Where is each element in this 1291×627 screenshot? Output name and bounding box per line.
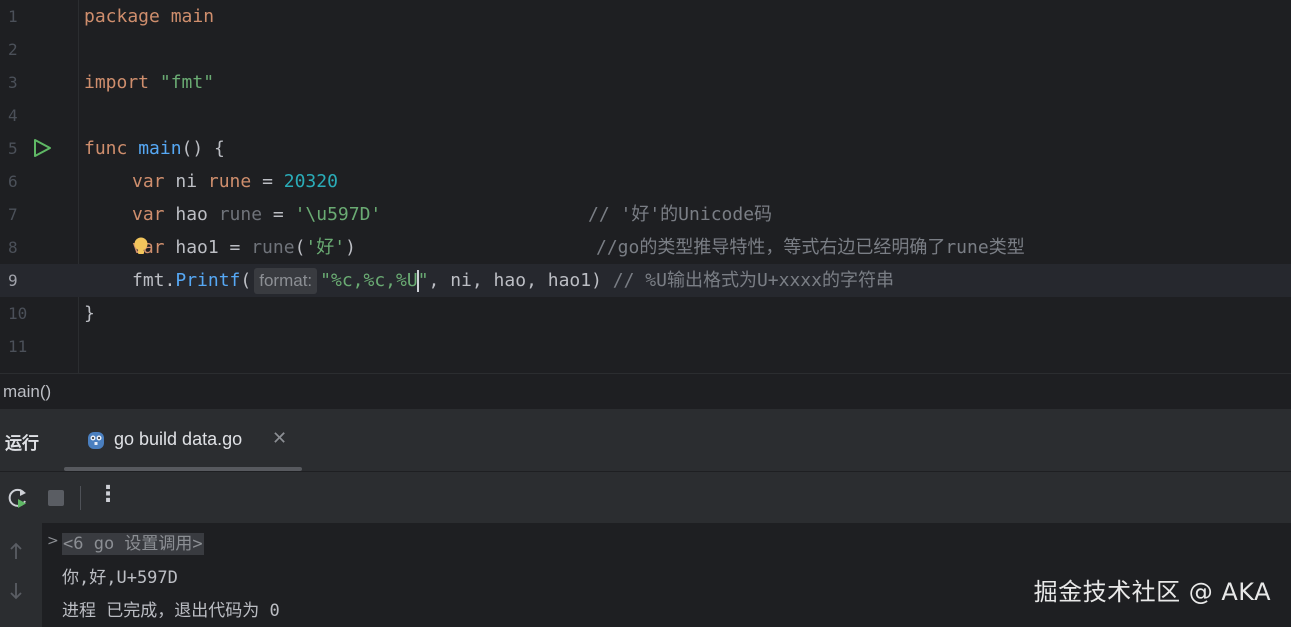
code-comment: //go的类型推导特性，等式右边已经明确了rune类型 (596, 237, 1025, 258)
line-number: 7 (8, 205, 18, 224)
identifier: hao1 = (164, 237, 252, 258)
paren: ( (294, 237, 306, 258)
number-literal: 20320 (283, 171, 338, 192)
code-rest: () { (181, 138, 225, 159)
line-number: 6 (8, 172, 18, 191)
type-name: rune (218, 204, 263, 225)
lightbulb-icon[interactable] (133, 237, 149, 257)
code-line-9[interactable]: 9 fmt.Printf(format: "%c,%c,%U", ni, hao,… (0, 264, 1291, 297)
type-keyword: rune (207, 171, 252, 192)
rerun-icon[interactable] (7, 487, 29, 509)
code-text[interactable]: var hao rune = '\u597D' (132, 198, 381, 231)
code-text[interactable]: func main() { (84, 132, 225, 165)
string-literal-end: " (417, 270, 429, 291)
console-exit-line: 进程 已完成，退出代码为 0 (62, 601, 280, 621)
watermark: 掘金技术社区 @ AKA (1033, 578, 1271, 606)
code-line-2[interactable]: 2 (0, 33, 1291, 66)
code-line-4[interactable]: 4 (0, 99, 1291, 132)
line-number: 8 (8, 238, 18, 257)
line-number: 3 (8, 73, 18, 92)
keyword: var (132, 204, 165, 225)
code-line-7[interactable]: 7 var hao rune = '\u597D' // '好'的Unicode… (0, 198, 1291, 231)
code-line-10[interactable]: 10 } (0, 297, 1291, 330)
console-side-toolbar (0, 523, 42, 627)
close-icon[interactable]: ✕ (272, 428, 287, 449)
arrow-up-icon[interactable] (8, 541, 24, 561)
stop-icon[interactable] (45, 487, 67, 509)
gopher-icon (88, 432, 104, 449)
tab-label: go build data.go (114, 429, 243, 449)
code-comment: // %U输出格式为U+xxxx的字符串 (612, 270, 894, 291)
package-ref: fmt. (132, 270, 176, 291)
run-icon[interactable] (32, 138, 52, 158)
paren: ( (240, 270, 252, 291)
code-line-6[interactable]: 6 var ni rune = 20320 (0, 165, 1291, 198)
function-name: Printf (175, 270, 241, 291)
keyword: import (84, 72, 160, 93)
code-text[interactable]: fmt.Printf(format: "%c,%c,%U", ni, hao, h… (132, 264, 894, 297)
code-text[interactable]: var hao1 = rune('好') (132, 231, 356, 264)
code-editor[interactable]: 1 package main 2 3 import "fmt" 4 5 func… (0, 0, 1291, 373)
arguments: , ni, hao, hao1) (428, 270, 613, 291)
keyword: func (84, 138, 139, 159)
code-line-3[interactable]: 3 import "fmt" (0, 66, 1291, 99)
breadcrumb[interactable]: main() (3, 382, 51, 402)
code-line-8[interactable]: 8 var hao1 = rune('好') //go的类型推导特性，等式右边已… (0, 231, 1291, 264)
console-output-line: 你,好,U+597D (62, 568, 178, 588)
operator: = (251, 171, 284, 192)
code-line-11[interactable]: 11 (0, 330, 1291, 363)
tab-go-build[interactable]: go build data.go ✕ (64, 409, 302, 471)
string-literal: '\u597D' (294, 204, 382, 225)
parameter-hint: format: (254, 268, 318, 294)
code-line-5[interactable]: 5 func main() { (0, 132, 1291, 165)
tool-window-title: 运行 (5, 434, 39, 454)
run-toolbar: ⋮ (0, 471, 1291, 524)
function-name: main (138, 138, 182, 159)
line-number: 2 (8, 40, 18, 59)
line-number: 9 (8, 271, 18, 290)
code-line-1[interactable]: 1 package main (0, 0, 1291, 33)
code-text[interactable]: var ni rune = 20320 (132, 165, 338, 198)
toolbar-separator (80, 486, 81, 510)
breadcrumb-bar: main() (0, 373, 1291, 410)
paren: ) (345, 237, 356, 258)
arrow-down-icon[interactable] (8, 581, 24, 601)
command-chip[interactable]: <6 go 设置调用> (62, 533, 204, 555)
code-comment: // '好'的Unicode码 (588, 204, 773, 225)
string-literal: "fmt" (159, 72, 215, 93)
code-text[interactable]: package main (84, 0, 214, 33)
operator: = (262, 204, 295, 225)
run-tool-window-header: 运行 go build data.go ✕ (0, 409, 1291, 471)
type-name: rune (251, 237, 295, 258)
line-number: 11 (8, 337, 28, 356)
console-command-line: <6 go 设置调用> (62, 529, 204, 555)
line-number: 1 (8, 7, 18, 26)
keyword: var (132, 171, 165, 192)
string-literal: "%c,%c,%U (320, 270, 418, 291)
chevron-right-icon[interactable]: > (47, 533, 59, 549)
line-number: 4 (8, 106, 18, 125)
identifier: ni (164, 171, 208, 192)
identifier: hao (164, 204, 219, 225)
string-literal: '好' (305, 237, 346, 258)
code-text[interactable]: import "fmt" (84, 66, 214, 99)
more-options-icon[interactable]: ⋮ (97, 482, 119, 507)
line-number: 10 (8, 304, 28, 323)
code-text[interactable]: } (84, 297, 95, 330)
